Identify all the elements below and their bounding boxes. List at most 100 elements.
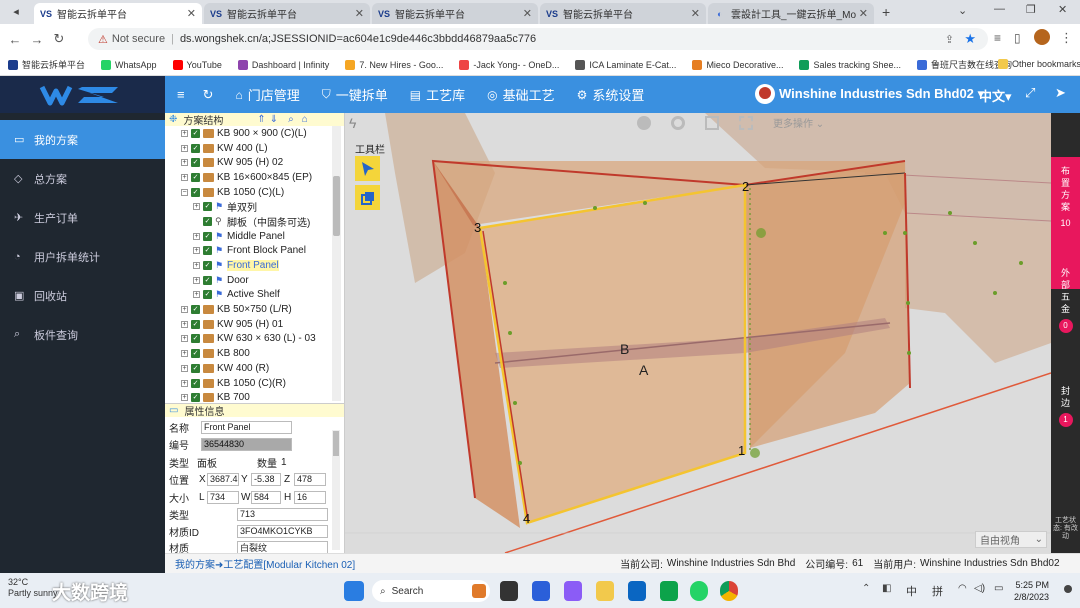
task-view-icon[interactable]	[500, 581, 518, 601]
language-selector[interactable]: 中文▾	[979, 86, 1012, 105]
checkbox-checked-icon[interactable]: ✓	[191, 349, 200, 359]
input-language-indicator[interactable]: 中	[906, 583, 917, 599]
expand-icon[interactable]: +	[193, 262, 200, 270]
tree-node[interactable]: + ✓ KW 400 (L)	[165, 141, 344, 156]
bookmark-item[interactable]: Dashboard | Infinity	[237, 59, 329, 70]
share-icon[interactable]: ⇪	[945, 33, 954, 46]
select-tool-button[interactable]	[355, 156, 380, 181]
checkbox-checked-icon[interactable]: ✓	[203, 246, 212, 256]
expand-icon[interactable]: +	[181, 306, 188, 314]
checkbox-checked-icon[interactable]: ✓	[203, 231, 212, 241]
view-icon-2[interactable]	[671, 116, 685, 130]
cabinet-3d-render[interactable]	[345, 113, 1051, 553]
tree-node[interactable]: + ✓ ⚑ Front Panel	[165, 258, 344, 273]
browser-tab-3[interactable]: VS 智能云拆单平台 ✕	[372, 3, 538, 24]
checkbox-checked-icon[interactable]: ✓	[191, 363, 200, 373]
wifi-icon[interactable]: ◠	[958, 583, 967, 594]
expand-icon[interactable]: +	[181, 173, 188, 181]
breadcrumb[interactable]: 我的方案➜工艺配置[Modular Kitchen 02]	[175, 556, 355, 571]
width-field[interactable]: 584	[251, 490, 281, 504]
menu-toggle-button[interactable]: ≡	[177, 87, 185, 102]
new-tab-button[interactable]: +	[882, 4, 890, 20]
close-tab-icon[interactable]: ✕	[355, 7, 364, 20]
collapse-icon[interactable]: −	[181, 188, 188, 196]
bookmark-item[interactable]: ICA Laminate E-Cat...	[575, 59, 676, 70]
sidebar-item-user-stats[interactable]: ◔ 用户拆单统计	[0, 237, 165, 276]
browser-tab-1[interactable]: VS 智能云拆单平台 ✕	[34, 3, 202, 24]
type2-field[interactable]: 713	[237, 507, 328, 521]
tree-node[interactable]: + ✓ ⚑ Door	[165, 273, 344, 288]
bookmark-item[interactable]: YouTube	[172, 59, 222, 70]
forward-arrow-icon[interactable]: →	[26, 32, 48, 47]
url-bar[interactable]: ⚠ Not secure | ds.wongshek.cn/a;JSESSION…	[88, 28, 988, 50]
view-mode-select[interactable]: 自由视角 ⌄	[975, 531, 1047, 548]
tree-node[interactable]: + ✓ ⚑ Middle Panel	[165, 229, 344, 244]
tree-node[interactable]: + ✓ KB 900 × 900 (C)(L)	[165, 126, 344, 141]
scroll-thumb[interactable]	[333, 176, 340, 236]
expand-icon[interactable]: +	[181, 159, 188, 167]
sidepanel-icon[interactable]: ▯	[1014, 31, 1021, 45]
bookmark-item[interactable]: Sales tracking Shee...	[799, 59, 901, 70]
tray-app-icon[interactable]: ◧	[882, 583, 891, 594]
expand-icon[interactable]: +	[181, 379, 188, 387]
chrome-icon[interactable]	[720, 581, 738, 601]
checkbox-checked-icon[interactable]: ✓	[191, 305, 200, 315]
z-field[interactable]: 478	[294, 472, 326, 486]
expand-icon[interactable]: +	[181, 394, 188, 402]
reading-list-icon[interactable]: ≡	[994, 31, 1001, 45]
mail-icon[interactable]	[628, 581, 646, 601]
tab-search-icon[interactable]: ◂	[4, 5, 28, 21]
battery-icon[interactable]: ▭	[994, 583, 1003, 594]
checkbox-checked-icon[interactable]: ✓	[191, 172, 200, 182]
browser-tab-2[interactable]: VS 智能云拆单平台 ✕	[204, 3, 370, 24]
checkbox-checked-icon[interactable]: ✓	[203, 261, 212, 271]
home-icon[interactable]: ⌂	[302, 114, 308, 125]
expand-all-icon[interactable]: ⇑	[257, 114, 265, 125]
tree-node[interactable]: + ✓ KW 905 (H) 02	[165, 155, 344, 170]
nav-process-library[interactable]: ▤ 工艺库	[410, 85, 465, 104]
expand-icon[interactable]: +	[193, 203, 200, 211]
whatsapp-icon[interactable]	[690, 581, 708, 601]
nav-store-management[interactable]: ⌂ 门店管理	[236, 85, 300, 104]
tree-node[interactable]: + ✓ KB 50×750 (L/R)	[165, 302, 344, 317]
expand-icon[interactable]: +	[181, 320, 188, 328]
checkbox-checked-icon[interactable]: ✓	[191, 143, 200, 153]
user-avatar[interactable]	[755, 84, 775, 104]
checkbox-checked-icon[interactable]: ✓	[191, 393, 200, 403]
browser-tab-4[interactable]: VS 智能云拆单平台 ✕	[540, 3, 706, 24]
more-actions-menu[interactable]: 更多操作 ⌄	[773, 115, 824, 130]
file-explorer-icon[interactable]	[596, 581, 614, 601]
close-tab-icon[interactable]: ✕	[859, 7, 868, 20]
refresh-button[interactable]: ↻	[203, 87, 214, 103]
right-panel-edge-banding[interactable]: 封边 1	[1051, 385, 1080, 445]
browser-tab-5[interactable]: ◐ 雲設計工具_一鍵云拆单_Modular ✕	[708, 3, 874, 24]
bookmark-item[interactable]: -Jack Yong- - OneD...	[459, 59, 559, 70]
expand-icon[interactable]: +	[181, 129, 188, 137]
tray-chevron-icon[interactable]: ⌃	[862, 583, 870, 594]
notification-icon[interactable]	[1064, 585, 1072, 593]
input-mode-indicator[interactable]: 拼	[932, 583, 943, 599]
name-field[interactable]: Front Panel	[201, 420, 292, 434]
company-selector[interactable]: Winshine Industries Sdn Bhd02 ▾	[779, 86, 984, 102]
weather-widget[interactable]: 32°C Partly sunny	[8, 577, 58, 599]
checkbox-checked-icon[interactable]: ✓	[203, 202, 212, 212]
checkbox-checked-icon[interactable]: ✓	[191, 378, 200, 388]
checkbox-checked-icon[interactable]: ✓	[203, 275, 212, 285]
properties-scrollbar[interactable]	[332, 430, 340, 550]
expand-icon[interactable]: +	[181, 350, 188, 358]
chat-icon[interactable]	[564, 581, 582, 601]
view-icon-3[interactable]	[705, 116, 719, 130]
collapse-all-icon[interactable]: ⇓	[270, 114, 278, 125]
expand-icon[interactable]: +	[193, 291, 200, 299]
checkbox-checked-icon[interactable]: ✓	[191, 334, 200, 344]
checkbox-checked-icon[interactable]: ✓	[191, 187, 200, 197]
tree-node[interactable]: + ✓ ⚑ 单双列	[165, 199, 344, 214]
profile-avatar[interactable]	[1034, 29, 1050, 45]
tree-scrollbar[interactable]	[332, 126, 341, 401]
close-tab-icon[interactable]: ✕	[523, 7, 532, 20]
bookmark-item[interactable]: 7. New Hires - Goo...	[345, 59, 443, 70]
nav-one-click-split[interactable]: ⛉ 一键拆单	[322, 85, 388, 104]
checkbox-checked-icon[interactable]: ✓	[203, 290, 212, 300]
volume-icon[interactable]: ◁)	[974, 583, 985, 594]
checkbox-checked-icon[interactable]: ✓	[203, 216, 212, 226]
